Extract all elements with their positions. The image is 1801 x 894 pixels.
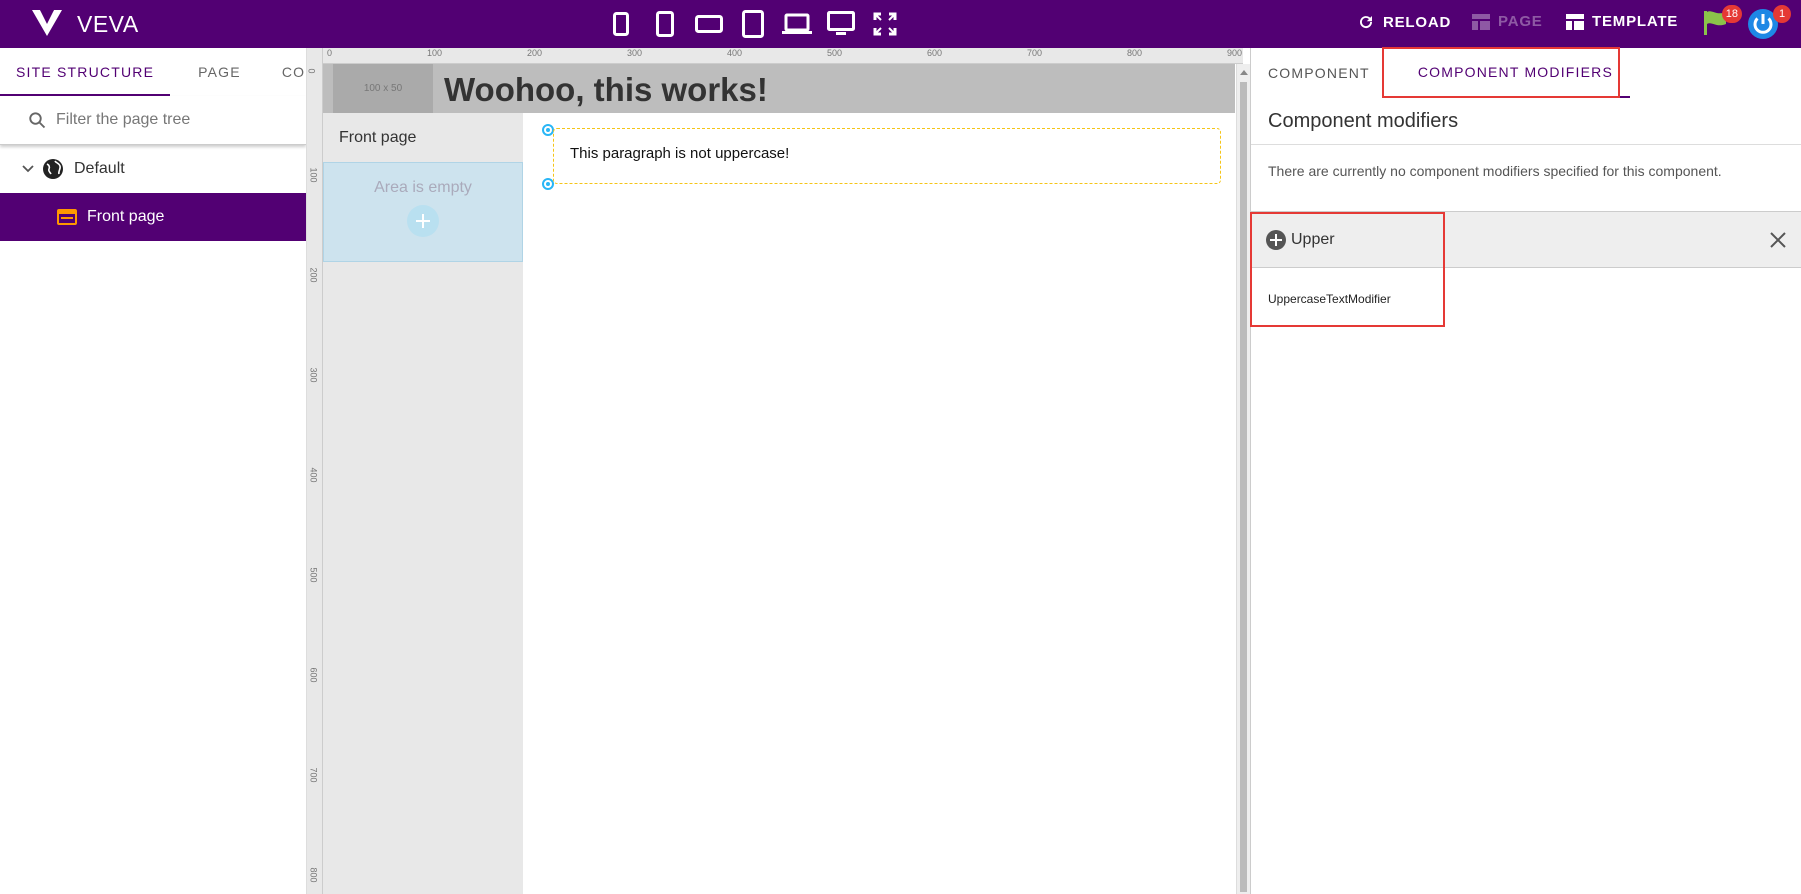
site-structure-panel: SITE STRUCTURE PAGE CONT Default Front p… (0, 48, 307, 894)
canvas-scrollbar[interactable] (1236, 64, 1250, 894)
ruler-label: 400 (727, 48, 743, 58)
desktop-icon[interactable] (823, 8, 859, 40)
reload-label: RELOAD (1383, 13, 1452, 31)
component-panel: COMPONENT COMPONENT MODIFIERS Component … (1250, 48, 1801, 894)
empty-area-label: Area is empty (374, 179, 472, 196)
ruler-label: 200 (527, 48, 543, 58)
flag-count-badge: 18 (1721, 5, 1742, 23)
ruler-label: 900 (1227, 48, 1243, 58)
reload-icon (1360, 16, 1373, 29)
ruler-label: 600 (308, 667, 319, 683)
add-component-button[interactable] (407, 205, 439, 237)
ruler-label: 800 (308, 867, 319, 883)
filter-bar (0, 96, 306, 145)
left-tabs: SITE STRUCTURE PAGE CONT (0, 48, 306, 96)
top-bar: VEVA RELOAD PAGE TEMPLATE 18 1 (0, 0, 1801, 48)
device-toolbar (603, 8, 903, 40)
ruler-label: 0 (327, 48, 333, 58)
template-button[interactable]: TEMPLATE (1566, 13, 1678, 30)
close-icon[interactable] (1767, 229, 1789, 251)
page-icon (57, 209, 77, 225)
site-header[interactable]: 100 x 50 Woohoo, this works! (323, 64, 1235, 113)
ruler-label: 100 (427, 48, 443, 58)
no-modifiers-note: There are currently no component modifie… (1268, 163, 1722, 179)
template-label: TEMPLATE (1592, 13, 1679, 30)
highlight-modifiers-tab (1382, 47, 1620, 98)
empty-area[interactable]: Area is empty (323, 162, 523, 262)
page-canvas[interactable]: 100 x 50 Woohoo, this works! Front page … (323, 64, 1235, 894)
tab-page[interactable]: PAGE (170, 48, 266, 96)
ruler-label: 500 (308, 567, 319, 583)
search-icon (29, 112, 46, 129)
ruler-label: 200 (308, 267, 319, 283)
ruler-label: 700 (308, 767, 319, 783)
ruler-label: 0 (306, 68, 317, 74)
laptop-icon[interactable] (779, 8, 815, 40)
ruler-label: 300 (627, 48, 643, 58)
phone-landscape-icon[interactable] (691, 8, 727, 40)
paragraph-text: This paragraph is not uppercase! (570, 145, 790, 162)
ruler-label: 100 (308, 167, 319, 183)
phone-icon[interactable] (647, 8, 683, 40)
power-count-badge: 1 (1773, 5, 1791, 23)
ruler-label: 400 (308, 467, 319, 483)
scroll-up-icon[interactable] (1239, 68, 1249, 76)
selected-paragraph-component[interactable]: This paragraph is not uppercase! (553, 128, 1221, 184)
flag-button[interactable]: 18 (1702, 5, 1742, 38)
plus-icon (416, 214, 430, 228)
page-tree-filter-input[interactable] (56, 111, 296, 129)
logo-placeholder[interactable]: 100 x 50 (333, 64, 433, 113)
tab-content[interactable]: CONT (266, 48, 306, 96)
tab-site-structure[interactable]: SITE STRUCTURE (0, 48, 171, 96)
ruler-label: 600 (927, 48, 943, 58)
tree-item-front-page[interactable]: Front page (0, 193, 306, 241)
highlight-modifier-search (1250, 212, 1445, 327)
sidebar-area: Front page Area is empty (323, 113, 523, 894)
tab-component[interactable]: COMPONENT (1251, 49, 1387, 97)
tablet-icon[interactable] (735, 8, 771, 40)
horizontal-ruler: 0 100 200 300 400 500 600 700 800 900 (323, 48, 1243, 64)
scrollbar-thumb[interactable] (1240, 82, 1247, 892)
veva-logo-icon (32, 10, 62, 36)
page-label: PAGE (1498, 13, 1543, 30)
power-button[interactable]: 1 (1747, 5, 1791, 39)
globe-icon (43, 159, 63, 179)
ruler-label: 800 (1127, 48, 1143, 58)
site-title[interactable]: Woohoo, this works! (444, 71, 768, 109)
page-button[interactable]: PAGE (1472, 13, 1543, 30)
ruler-label: 700 (1027, 48, 1043, 58)
template-layout-icon (1566, 13, 1584, 30)
ruler-label: 500 (827, 48, 843, 58)
panel-title: Component modifiers (1268, 110, 1459, 132)
brand-name: VEVA (77, 11, 139, 37)
tree-item-label: Default (74, 160, 125, 177)
fullscreen-icon[interactable] (867, 8, 903, 40)
chevron-down-icon[interactable] (20, 161, 36, 177)
vertical-ruler: 0 100 200 300 400 500 600 700 800 (307, 48, 323, 894)
ruler-label: 300 (308, 367, 319, 383)
page-layout-icon (1472, 13, 1490, 30)
tree-item-default[interactable]: Default (0, 145, 306, 193)
phone-small-icon[interactable] (603, 8, 639, 40)
reload-button[interactable]: RELOAD (1357, 13, 1451, 31)
tree-item-label: Front page (87, 208, 165, 225)
sidebar-nav-front-page[interactable]: Front page (323, 113, 523, 162)
